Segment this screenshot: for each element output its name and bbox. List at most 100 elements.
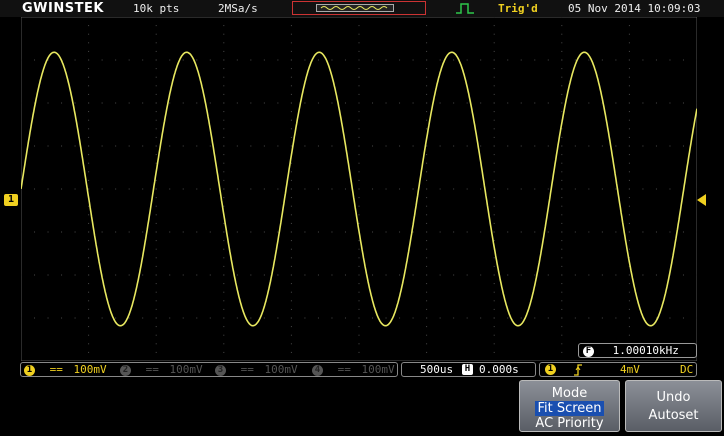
grid-dot bbox=[480, 102, 482, 104]
grid-dot bbox=[628, 317, 630, 319]
grid-dot bbox=[88, 300, 90, 302]
grid-dot bbox=[426, 274, 428, 276]
grid-dot bbox=[561, 59, 563, 61]
grid-dot bbox=[669, 145, 671, 147]
grid-dot bbox=[155, 351, 157, 353]
grid-dot bbox=[561, 93, 563, 95]
grid-dot bbox=[453, 317, 455, 319]
grid-dot bbox=[88, 334, 90, 336]
grid-dot bbox=[155, 214, 157, 216]
grid-dot bbox=[561, 145, 563, 147]
grid-dot bbox=[155, 25, 157, 27]
grid-dot bbox=[588, 145, 590, 147]
grid-dot bbox=[615, 231, 617, 233]
grid-dot bbox=[493, 154, 495, 156]
grid-dot bbox=[507, 59, 509, 61]
grid-dot bbox=[628, 136, 630, 138]
grid-dot bbox=[385, 102, 387, 104]
grid-dot bbox=[290, 334, 292, 336]
grid-dot bbox=[74, 59, 76, 61]
grid-dot bbox=[331, 274, 333, 276]
grid-dot bbox=[358, 111, 360, 113]
grid-dot bbox=[277, 59, 279, 61]
grid-dot bbox=[358, 102, 360, 104]
trigger-level-marker[interactable] bbox=[697, 194, 706, 206]
ch1-ground-marker[interactable]: 1 bbox=[4, 194, 18, 206]
grid-dot bbox=[290, 317, 292, 319]
grid-dot bbox=[628, 188, 630, 190]
ch1-coupling: == bbox=[49, 363, 63, 376]
timebase-panel[interactable]: 500us H 0.000s bbox=[401, 362, 536, 377]
grid-dot bbox=[426, 76, 428, 78]
grid-dot bbox=[209, 317, 211, 319]
grid-dot bbox=[74, 317, 76, 319]
ch3-scale[interactable]: 3 == 100mV bbox=[215, 363, 298, 376]
grid-dot bbox=[250, 145, 252, 147]
grid-dot bbox=[304, 274, 306, 276]
grid-dot bbox=[439, 274, 441, 276]
grid-dot bbox=[358, 240, 360, 242]
grid-dot bbox=[493, 93, 495, 95]
grid-dot bbox=[426, 85, 428, 87]
grid-dot bbox=[236, 317, 238, 319]
grid-dot bbox=[493, 162, 495, 164]
grid-dot bbox=[588, 102, 590, 104]
undo-autoset-softkey[interactable]: Undo Autoset bbox=[625, 380, 722, 432]
grid-dot bbox=[534, 102, 536, 104]
grid-dot bbox=[155, 291, 157, 293]
grid-dot bbox=[574, 317, 576, 319]
grid-dot bbox=[250, 231, 252, 233]
grid-dot bbox=[358, 17, 360, 18]
grid-dot bbox=[426, 25, 428, 27]
grid-dot bbox=[290, 326, 292, 328]
trigger-panel[interactable]: 1 4mV DC bbox=[539, 362, 697, 377]
grid-dot bbox=[155, 205, 157, 207]
grid-dot bbox=[236, 102, 238, 104]
grid-dot bbox=[642, 102, 644, 104]
grid-dot bbox=[453, 274, 455, 276]
grid-dot bbox=[290, 76, 292, 78]
grid-dot bbox=[155, 274, 157, 276]
grid-dot bbox=[439, 317, 441, 319]
mode-option-fit-screen[interactable]: Fit Screen bbox=[535, 401, 604, 416]
grid-dot bbox=[263, 317, 265, 319]
grid-dot bbox=[88, 93, 90, 95]
grid-dot bbox=[155, 17, 157, 18]
grid-dot bbox=[426, 308, 428, 310]
grid-dot bbox=[263, 188, 265, 190]
grid-dot bbox=[385, 59, 387, 61]
grid-dot bbox=[669, 188, 671, 190]
grid-dot bbox=[88, 179, 90, 181]
mode-option-ac-priority[interactable]: AC Priority bbox=[520, 416, 619, 431]
ch1-scale[interactable]: 1 == 100mV bbox=[24, 363, 107, 376]
grid-dot bbox=[304, 102, 306, 104]
grid-dot bbox=[547, 102, 549, 104]
grid-dot bbox=[561, 179, 563, 181]
grid-dot bbox=[453, 145, 455, 147]
grid-dot bbox=[223, 50, 225, 52]
ch2-scale[interactable]: 2 == 100mV bbox=[120, 363, 203, 376]
grid-dot bbox=[426, 33, 428, 35]
ch4-scale[interactable]: 4 == 100mV bbox=[312, 363, 395, 376]
grid-dot bbox=[426, 317, 428, 319]
grid-dot bbox=[277, 231, 279, 233]
grid-dot bbox=[696, 145, 697, 147]
grid-dot bbox=[277, 274, 279, 276]
grid-dot bbox=[426, 343, 428, 345]
grid-dot bbox=[155, 93, 157, 95]
grid-dot bbox=[412, 317, 414, 319]
grid-dot bbox=[290, 291, 292, 293]
grid-dot bbox=[358, 214, 360, 216]
grid-dot bbox=[426, 145, 428, 147]
grid-dot bbox=[223, 111, 225, 113]
mode-softkey[interactable]: Mode Fit Screen AC Priority bbox=[519, 380, 620, 432]
grid-dot bbox=[88, 317, 90, 319]
grid-dot bbox=[493, 111, 495, 113]
grid-dot bbox=[128, 188, 130, 190]
ch4-coupling: == bbox=[337, 363, 351, 376]
grid-dot bbox=[547, 59, 549, 61]
grid-dot bbox=[493, 283, 495, 285]
trigger-level: 4mV bbox=[620, 363, 640, 376]
grid-dot bbox=[196, 59, 198, 61]
grid-dot bbox=[115, 59, 117, 61]
